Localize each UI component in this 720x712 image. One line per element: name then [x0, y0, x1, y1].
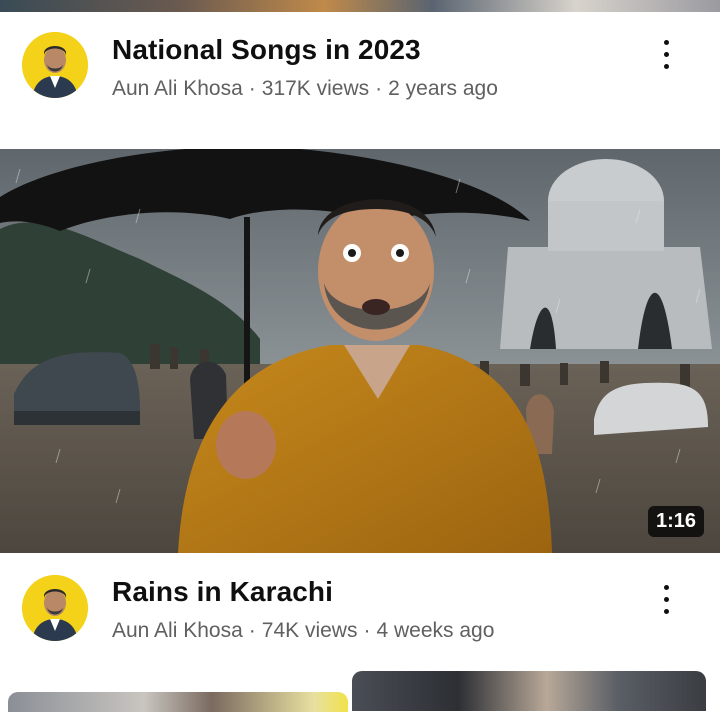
upload-age: 4 weeks ago [376, 619, 495, 642]
video-info-row[interactable]: National Songs in 2023 Aun Ali Khosa · 317… [0, 12, 720, 120]
meta-separator: · [248, 77, 256, 100]
video-info-row[interactable]: Rains in Karachi Aun Ali Khosa · 74K views… [0, 553, 720, 661]
next-videos-row [0, 668, 720, 712]
channel-name[interactable]: Aun Ali Khosa [112, 619, 243, 642]
channel-name[interactable]: Aun Ali Khosa [112, 77, 243, 100]
thumbnail-image [0, 149, 720, 553]
previous-video-thumbnail-edge[interactable] [0, 0, 720, 12]
view-count: 74K views [261, 619, 358, 642]
view-count: 317K views [261, 77, 370, 100]
video-thumbnail[interactable]: 1:16 [0, 149, 720, 553]
next-video-thumbnail[interactable] [8, 692, 348, 712]
video-duration-badge: 1:16 [647, 506, 704, 537]
video-metadata: Aun Ali Khosa · 74K views · 4 weeks ago [112, 619, 494, 643]
channel-avatar[interactable] [22, 575, 88, 641]
video-title[interactable]: Rains in Karachi [112, 576, 333, 608]
channel-avatar[interactable] [22, 32, 88, 98]
more-options-icon[interactable] [652, 36, 682, 76]
video-title[interactable]: National Songs in 2023 [112, 34, 421, 66]
meta-separator: · [248, 619, 256, 642]
upload-age: 2 years ago [388, 77, 498, 100]
meta-separator: · [375, 77, 383, 100]
next-video-thumbnail[interactable] [352, 671, 706, 711]
meta-separator: · [363, 619, 371, 642]
more-options-icon[interactable] [652, 581, 682, 621]
video-metadata: Aun Ali Khosa · 317K views · 2 years ago [112, 77, 498, 101]
